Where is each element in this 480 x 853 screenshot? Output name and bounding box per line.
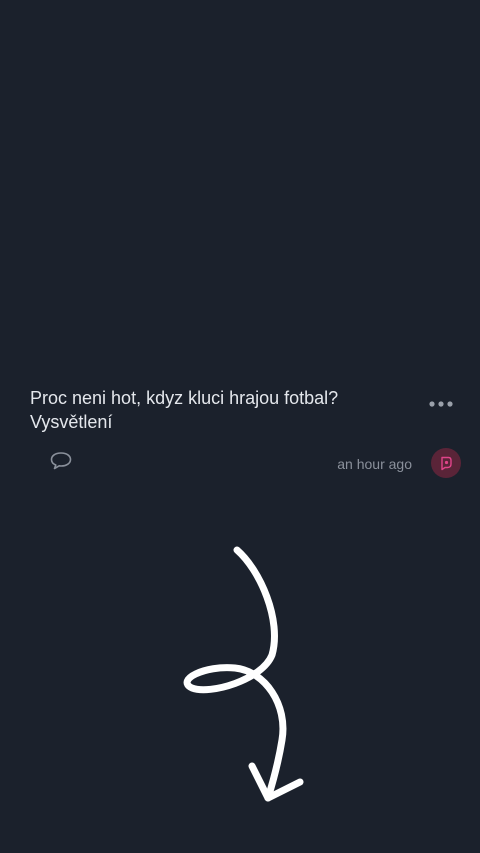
more-dots-icon xyxy=(429,401,453,407)
screen: Proc neni hot, kdyz kluci hrajou fotbal?… xyxy=(0,0,480,853)
post-title[interactable]: Proc neni hot, kdyz kluci hrajou fotbal?… xyxy=(30,386,400,434)
user-avatar-icon xyxy=(441,456,452,471)
comment-button[interactable] xyxy=(46,448,76,474)
user-avatar[interactable] xyxy=(431,448,461,478)
more-options-button[interactable] xyxy=(424,394,458,414)
post-card[interactable]: Proc neni hot, kdyz kluci hrajou fotbal?… xyxy=(0,380,480,490)
post-title-line-2: Vysvětlení xyxy=(30,412,113,432)
comment-bubble-icon xyxy=(50,452,72,470)
post-timestamp: an hour ago xyxy=(337,456,412,472)
hand-drawn-arrow xyxy=(183,546,304,802)
post-title-line-1: Proc neni hot, kdyz kluci hrajou fotbal? xyxy=(30,388,339,408)
